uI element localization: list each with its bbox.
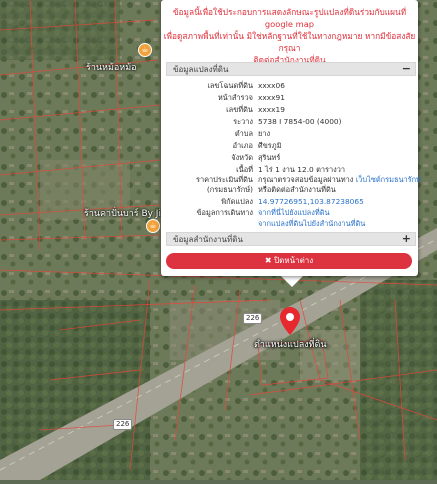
coordinates-label: พิกัดแปลง bbox=[221, 197, 253, 206]
disclaimer-line-2: เพื่อดูสภาพพื้นที่เท่านั้น มิใช่หลักฐานท… bbox=[163, 31, 416, 53]
subdistrict-label: ตำบล bbox=[234, 129, 253, 138]
poi-label-1[interactable]: ร้านหม้อหม้อ bbox=[86, 60, 137, 74]
directions-label: ข้อมูลการเดินทาง bbox=[196, 208, 254, 217]
deed-number-label: เลขโฉนดที่ดิน bbox=[207, 81, 253, 90]
row-province: จังหวัด สุรินทร์ bbox=[166, 152, 416, 163]
location-pin-icon[interactable] bbox=[280, 307, 300, 335]
expand-icon[interactable]: + bbox=[402, 232, 411, 246]
disclaimer-notice: ข้อมูลนี้เพื่อใช้ประกอบการแสดงลักษณะรูปแ… bbox=[161, 6, 418, 66]
row-district: อำเภอ ศีขรภูมิ bbox=[166, 140, 416, 151]
parcel-section-header[interactable]: ข้อมูลแปลงที่ดิน − bbox=[166, 62, 416, 76]
coordinates-link[interactable]: 14.97726951,103.87238065 bbox=[258, 196, 364, 207]
disclaimer-line-1: ข้อมูลนี้เพื่อใช้ประกอบการแสดงลักษณะรูปแ… bbox=[172, 7, 407, 29]
deed-number-value: xxxx06 bbox=[258, 81, 285, 90]
poi-label-2[interactable]: ร้านคาปั่นบาร์ By Jim bbox=[84, 206, 170, 220]
office-section-title: ข้อมูลสำนักงานที่ดิน bbox=[173, 235, 243, 244]
row-directions: ข้อมูลการเดินทาง จากที่นี่ไปยังแปลงที่ดิ… bbox=[166, 207, 416, 218]
row-directions-2: จากแปลงที่ดินไปยังสำนักงานที่ดิน bbox=[166, 218, 416, 229]
close-icon: ✖ bbox=[264, 256, 272, 265]
map-sheet-label: ระวาง bbox=[233, 117, 253, 126]
parcel-info-popup: ข้อมูลนี้เพื่อใช้ประกอบการแสดงลักษณะรูปแ… bbox=[161, 0, 421, 276]
subdistrict-value: ยาง bbox=[258, 129, 271, 138]
land-number-value: xxxx19 bbox=[258, 105, 285, 114]
road-number-badge: 226 bbox=[243, 313, 263, 324]
row-survey-page: หน้าสำรวจ xxxx91 bbox=[166, 92, 416, 103]
row-land-number: เลขที่ดิน xxxx19 bbox=[166, 104, 416, 115]
close-window-button[interactable]: ✖ ปิดหน้าต่าง bbox=[166, 253, 412, 269]
parcel-section-title: ข้อมูลแปลงที่ดิน bbox=[173, 65, 229, 74]
collapse-icon[interactable]: − bbox=[402, 62, 411, 76]
popup-tail bbox=[281, 276, 303, 287]
survey-page-value: xxxx91 bbox=[258, 93, 285, 102]
contact-office-text: หรือติดต่อสำนักงานที่ดิน bbox=[258, 185, 336, 194]
treasury-website-link[interactable]: เว็บไซต์กรมธนารักษ์ bbox=[356, 175, 421, 184]
row-appraisal-price-2: (กรมธนารักษ์) หรือติดต่อสำนักงานที่ดิน bbox=[166, 184, 416, 195]
directions-to-office-link[interactable]: จากแปลงที่ดินไปยังสำนักงานที่ดิน bbox=[258, 218, 365, 229]
row-map-sheet: ระวาง 5738 I 7854-00 (4000) bbox=[166, 116, 416, 127]
road-number-badge-2: 226 bbox=[113, 419, 133, 430]
province-label: จังหวัด bbox=[231, 153, 253, 162]
restaurant-icon[interactable]: ☕ bbox=[138, 43, 152, 57]
row-deed-number: เลขโฉนดที่ดิน xxxx06 bbox=[166, 80, 416, 91]
shop-icon[interactable]: ☕ bbox=[146, 219, 160, 233]
land-number-label: เลขที่ดิน bbox=[226, 105, 253, 114]
directions-to-parcel-link[interactable]: จากที่นี่ไปยังแปลงที่ดิน bbox=[258, 207, 330, 218]
close-button-label: ปิดหน้าต่าง bbox=[274, 256, 314, 265]
district-label: อำเภอ bbox=[232, 141, 253, 150]
district-value: ศีขรภูมิ bbox=[258, 141, 282, 150]
appraisal-price-text: กรุณาตรวจสอบข้อมูลผ่านทาง bbox=[258, 175, 356, 184]
row-subdistrict: ตำบล ยาง bbox=[166, 128, 416, 139]
office-section-header[interactable]: ข้อมูลสำนักงานที่ดิน + bbox=[166, 232, 416, 246]
map-sheet-value: 5738 I 7854-00 (4000) bbox=[258, 117, 342, 126]
survey-page-label: หน้าสำรวจ bbox=[217, 93, 253, 102]
treasury-dept-label: (กรมธนารักษ์) bbox=[206, 185, 253, 194]
pin-label: ตำแหน่งแปลงที่ดิน bbox=[254, 340, 327, 350]
row-coordinates: พิกัดแปลง 14.97726951,103.87238065 bbox=[166, 196, 416, 207]
province-value: สุรินทร์ bbox=[258, 153, 281, 162]
